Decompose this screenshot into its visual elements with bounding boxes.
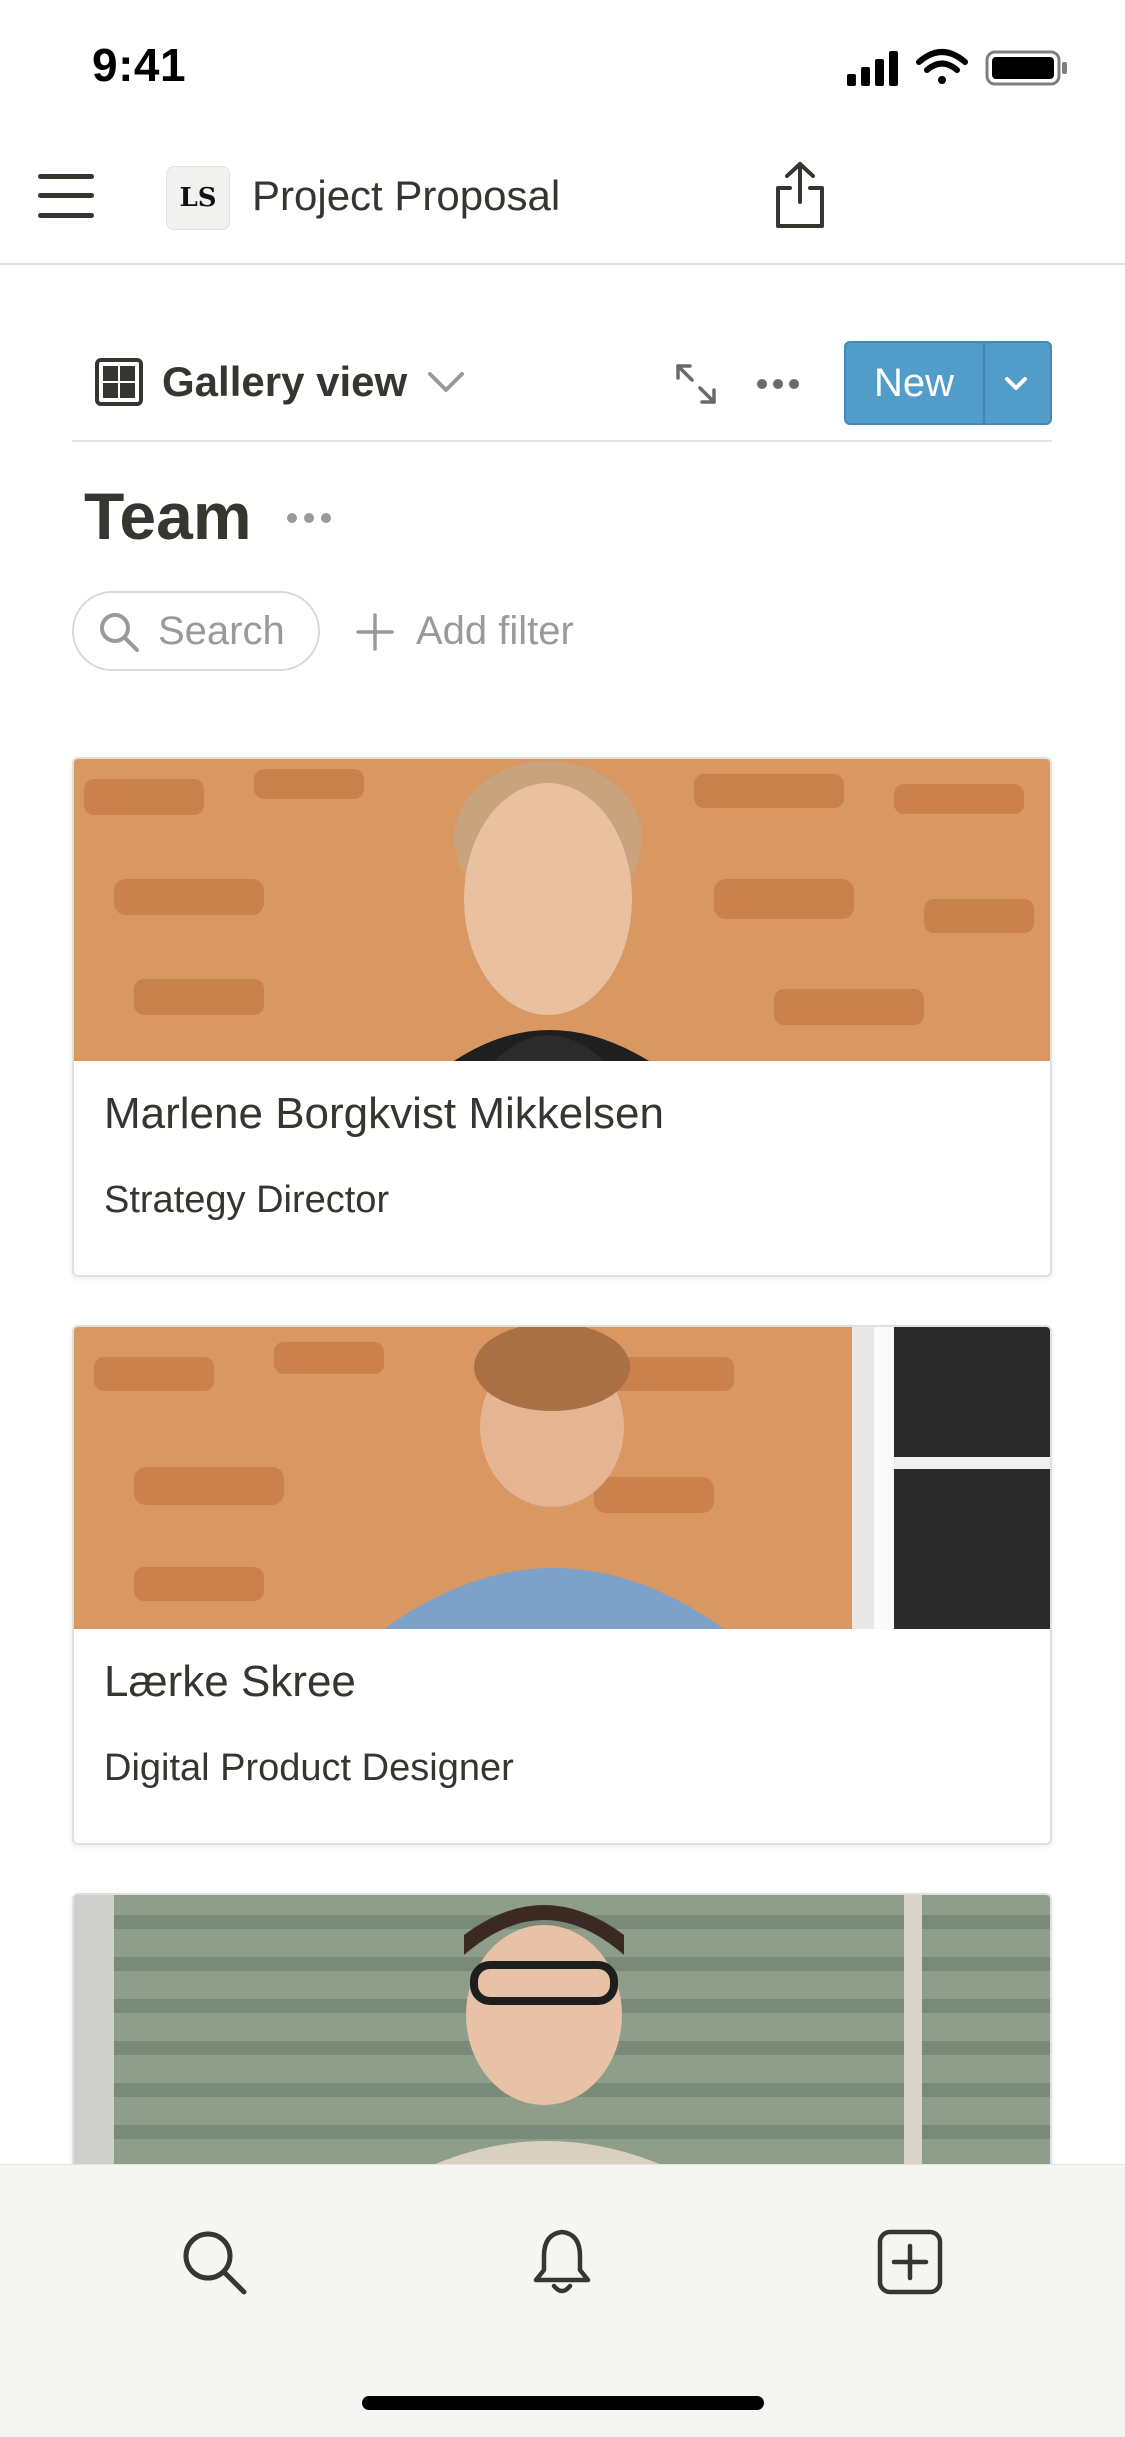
card-title: Lærke Skree [104,1657,356,1706]
toolbar-divider [72,440,1052,442]
view-selector-label[interactable]: Gallery view [162,358,407,406]
workspace-logo: LS [166,166,230,230]
wifi-icon [916,49,968,84]
search-icon [100,613,139,652]
new-button-divider [983,343,985,423]
search-label: Search [158,609,285,653]
page-title[interactable]: Project Proposal [252,172,560,220]
add-page-icon[interactable] [874,2226,946,2298]
home-indicator [362,2396,764,2410]
card-cover-photo [74,759,1050,1061]
bell-icon[interactable] [526,2226,598,2298]
search-button[interactable]: Search [72,591,320,671]
menu-icon[interactable] [38,172,94,220]
card-property-role: Digital Product Designer [104,1747,514,1789]
status-bar-icons [847,49,1067,86]
card-property-role: Strategy Director [104,1179,390,1221]
card-title: Marlene Borgkvist Mikkelsen [104,1089,664,1138]
more-options-icon[interactable] [756,378,800,390]
chevron-down-icon[interactable] [998,369,1034,399]
card-cover-photo [74,1895,1050,2197]
search-icon[interactable] [178,2226,250,2298]
new-button[interactable]: New [844,341,1052,425]
plus-icon [356,613,394,651]
gallery-grid-icon [95,358,143,406]
signal-icon [847,51,898,86]
new-button-label[interactable]: New [846,343,982,423]
status-bar-time: 9:41 [92,39,187,91]
gallery-card[interactable]: Lærke Skree Digital Product Designer [72,1325,1052,1845]
more-options-icon[interactable] [286,512,332,524]
share-icon[interactable] [770,160,830,230]
database-title[interactable]: Team [84,478,252,554]
expand-icon[interactable] [674,362,718,406]
gallery-card[interactable]: Marlene Borgkvist Mikkelsen Strategy Dir… [72,757,1052,1277]
add-filter-label: Add filter [416,609,574,653]
card-cover-photo [74,1327,1050,1629]
chevron-down-icon[interactable] [426,368,466,398]
battery-icon [985,50,1067,86]
